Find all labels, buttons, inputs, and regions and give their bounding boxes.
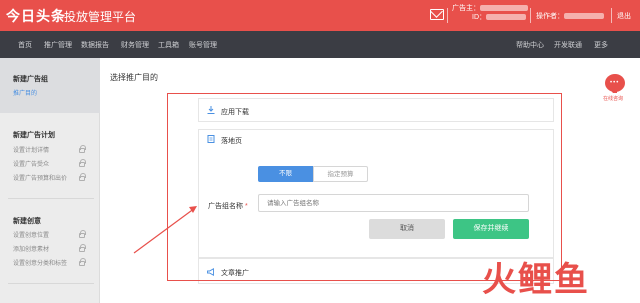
advertiser-id-redacted — [486, 14, 526, 21]
advertiser-name-redacted — [480, 5, 528, 12]
nav-finance[interactable]: 财务管理 — [121, 40, 149, 50]
mail-icon[interactable] — [430, 9, 444, 20]
nav-toolbox[interactable]: 工具箱 — [158, 40, 179, 50]
sidebar-item-plan-details: 设置计划详情 — [13, 148, 50, 154]
platform-title: 投放管理平台 — [64, 10, 137, 24]
page-title: 选择推广目的 — [110, 73, 158, 82]
sidebar-group-creative: 新建创意 — [13, 218, 41, 225]
header-divider — [530, 8, 531, 23]
chat-dots-icon: ••• — [610, 80, 620, 86]
lock-icon — [79, 244, 86, 252]
operator-name-redacted — [564, 13, 604, 20]
logout-link[interactable]: 退出 — [617, 11, 631, 21]
nav-account[interactable]: 账号管理 — [189, 40, 217, 50]
lock-icon — [79, 258, 86, 266]
main-nav: 首页 推广管理 数据报告 财务管理 工具箱 账号管理 帮助中心 开发联通 更多 — [0, 31, 640, 58]
sidebar-divider — [8, 283, 94, 284]
nav-developer[interactable]: 开发联通 — [554, 40, 582, 50]
highlight-box — [167, 93, 562, 281]
lock-icon — [79, 145, 86, 153]
nav-reports[interactable]: 数据报告 — [81, 40, 109, 50]
header-divider — [447, 8, 448, 23]
top-header: 今日头条 投放管理平台 广告主： ID： 操作者： 退出 — [0, 0, 640, 31]
sidebar-item-promo-goal[interactable]: 推广目的 — [13, 88, 37, 97]
account-info: 广告主： ID： — [452, 4, 528, 22]
sidebar-item-budget-bid: 设置广告预算和出价 — [13, 176, 68, 182]
sidebar-item-creative-tags: 设置创意分类和标签 — [13, 261, 68, 267]
sidebar-divider — [8, 198, 94, 199]
operator-info: 操作者： — [536, 11, 604, 21]
step-sidebar: 新建广告组 推广目的 新建广告计划 设置计划详情 设置广告受众 设置广告预算和出… — [0, 58, 100, 303]
id-label: ID： — [472, 14, 486, 21]
lock-icon — [79, 159, 86, 167]
sidebar-item-creative-material: 添加创意素材 — [13, 247, 50, 253]
lock-icon — [79, 173, 86, 181]
nav-home[interactable]: 首页 — [18, 40, 32, 50]
sidebar-group-ad-group[interactable]: 新建广告组 — [13, 74, 48, 84]
sidebar-active-group — [0, 58, 100, 113]
sidebar-item-audience: 设置广告受众 — [13, 162, 50, 168]
nav-help[interactable]: 帮助中心 — [516, 40, 544, 50]
sidebar-group-ad-plan: 新建广告计划 — [13, 132, 55, 139]
header-divider — [611, 8, 612, 23]
toutiao-logo[interactable]: 今日头条 — [6, 6, 66, 26]
online-chat-label[interactable]: 在线咨询 — [603, 95, 623, 102]
nav-promotion[interactable]: 推广管理 — [44, 40, 72, 50]
operator-label: 操作者： — [536, 13, 564, 20]
nav-more[interactable]: 更多 — [594, 40, 608, 50]
watermark-logo: 火鲤鱼 — [482, 260, 590, 300]
lock-icon — [79, 230, 86, 238]
advertiser-label: 广告主： — [452, 5, 480, 12]
online-chat-button[interactable]: ••• — [605, 74, 625, 93]
sidebar-item-creative-position: 设置创意位置 — [13, 233, 50, 239]
